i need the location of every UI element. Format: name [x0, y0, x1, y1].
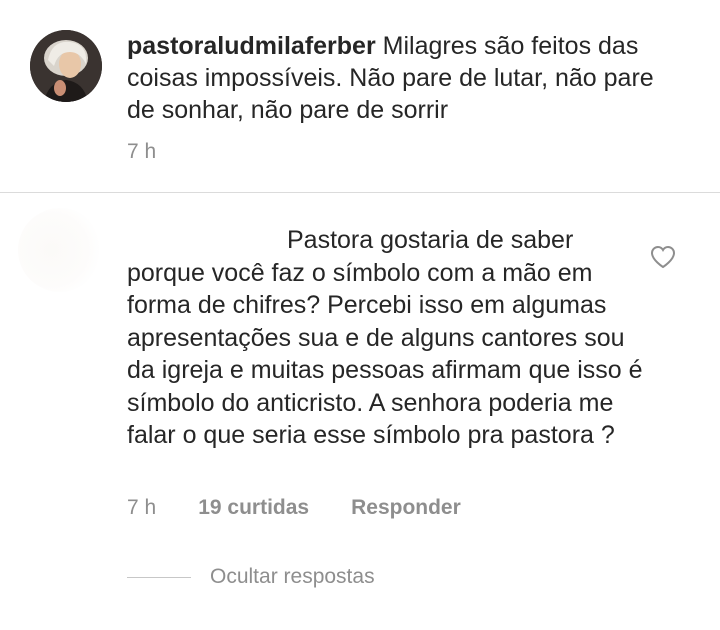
likes-count[interactable]: 19 curtidas: [198, 496, 309, 520]
reply-button[interactable]: Responder: [351, 496, 461, 520]
hide-replies-label[interactable]: Ocultar respostas: [210, 565, 375, 589]
profile-photo: [30, 30, 102, 102]
comment-actions: 7 h 19 curtidas Responder: [127, 496, 461, 520]
post-time: 7 h: [127, 140, 157, 163]
hide-replies-button[interactable]: Ocultar respostas: [127, 565, 375, 589]
post-username[interactable]: pastoraludmilaferber: [127, 32, 376, 60]
comment-time: 7 h: [127, 496, 157, 519]
divider: [0, 192, 720, 193]
avatar[interactable]: [30, 30, 102, 102]
comment-avatar[interactable]: [18, 208, 102, 292]
hide-replies-line: [127, 576, 191, 578]
heart-outline-icon[interactable]: [650, 245, 676, 269]
comment-text: Pastora gostaria de saber porque você fa…: [127, 226, 643, 449]
post-caption: pastoraludmilaferber Milagres são feitos…: [0, 0, 720, 192]
post-text: pastoraludmilaferber Milagres são feitos…: [127, 30, 687, 126]
